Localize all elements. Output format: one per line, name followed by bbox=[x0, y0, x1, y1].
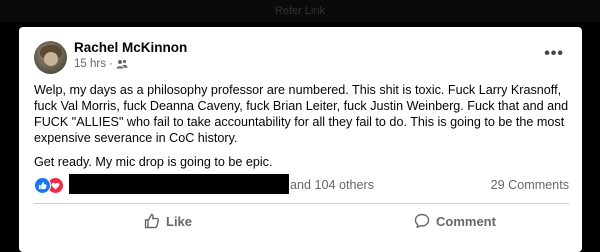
like-button-label: Like bbox=[166, 213, 193, 229]
more-options-icon[interactable]: ••• bbox=[544, 45, 564, 63]
like-icon bbox=[34, 177, 51, 194]
comment-button-label: Comment bbox=[436, 213, 496, 229]
post-actions: Like Comment bbox=[34, 211, 569, 241]
post-body: Welp, my days as a philosophy professor … bbox=[34, 82, 569, 178]
avatar[interactable] bbox=[34, 41, 67, 74]
friends-audience-icon[interactable] bbox=[116, 59, 128, 69]
redacted-names-block bbox=[69, 174, 289, 194]
post-paragraph: Welp, my days as a philosophy professor … bbox=[34, 83, 569, 145]
comment-button[interactable]: Comment bbox=[414, 213, 496, 229]
post-paragraph: Get ready. My mic drop is going to be ep… bbox=[34, 155, 273, 169]
like-button[interactable]: Like bbox=[144, 213, 192, 229]
divider bbox=[34, 203, 569, 204]
reaction-icons[interactable] bbox=[34, 177, 64, 194]
browser-top-strip: Refer Link bbox=[0, 0, 600, 22]
meta-separator: · bbox=[108, 58, 113, 70]
post-meta: 15 hrs · bbox=[74, 58, 128, 70]
post-timestamp[interactable]: 15 hrs bbox=[74, 58, 106, 70]
reactions-others-text[interactable]: and 104 others bbox=[290, 178, 374, 192]
facebook-post-card: Rachel McKinnon 15 hrs · ••• Welp, my da… bbox=[19, 27, 582, 252]
post-author-name[interactable]: Rachel McKinnon bbox=[74, 40, 187, 55]
like-outline-icon bbox=[144, 213, 160, 229]
reactions-bar: and 104 others 29 Comments bbox=[34, 174, 569, 196]
comment-bubble-icon bbox=[414, 213, 430, 228]
comments-count-link[interactable]: 29 Comments bbox=[491, 178, 569, 192]
top-strip-text: Refer Link bbox=[274, 5, 326, 17]
